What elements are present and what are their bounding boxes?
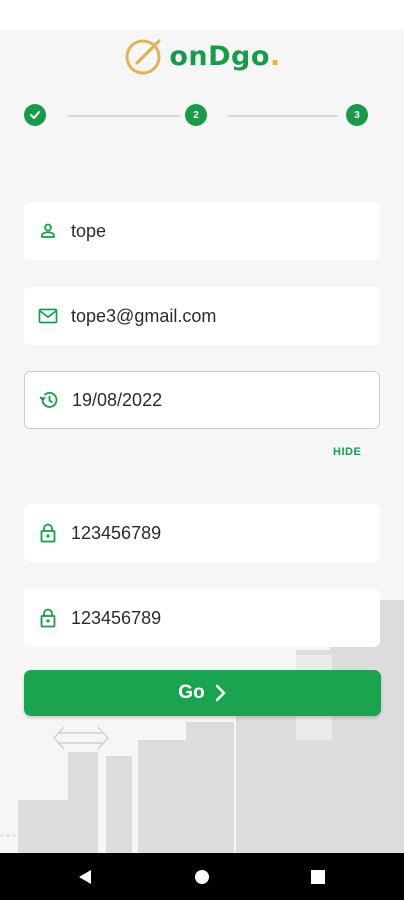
check-icon (30, 111, 40, 119)
hide-password-toggle[interactable]: HIDE (333, 446, 361, 458)
email-field[interactable]: tope3@gmail.com (24, 287, 380, 345)
confirm-password-field[interactable]: 123456789 (24, 589, 380, 647)
brand-name: onDgo. (169, 40, 281, 72)
password-field[interactable]: 123456789 (24, 504, 380, 562)
date-value: 19/08/2022 (72, 389, 163, 410)
recents-icon[interactable] (308, 867, 328, 887)
step-3: 3 (346, 104, 368, 126)
gauge-logo-icon (125, 39, 161, 75)
go-button-label: Go (178, 682, 205, 703)
mail-icon (37, 305, 59, 327)
email-value: tope3@gmail.com (71, 305, 217, 326)
step-connector (228, 115, 338, 117)
app-logo: onDgo. (0, 32, 404, 80)
date-field[interactable]: 19/08/2022 (24, 371, 380, 429)
person-icon (37, 220, 59, 242)
system-navigation-bar (0, 853, 404, 900)
progress-stepper: 2 3 (24, 104, 370, 130)
username-field[interactable]: tope (24, 202, 380, 260)
step-connector (68, 115, 180, 117)
chevron-right-icon (215, 684, 227, 702)
lock-icon (37, 607, 59, 629)
lock-icon (37, 522, 59, 544)
home-icon[interactable] (192, 867, 212, 887)
back-icon[interactable] (75, 867, 95, 887)
confirm-password-value: 123456789 (71, 607, 162, 628)
step-1-done (24, 104, 46, 126)
step-2: 2 (185, 104, 207, 126)
history-icon (38, 389, 60, 411)
password-value: 123456789 (71, 522, 162, 543)
go-button[interactable]: Go (24, 670, 381, 716)
username-value: tope (71, 220, 107, 241)
